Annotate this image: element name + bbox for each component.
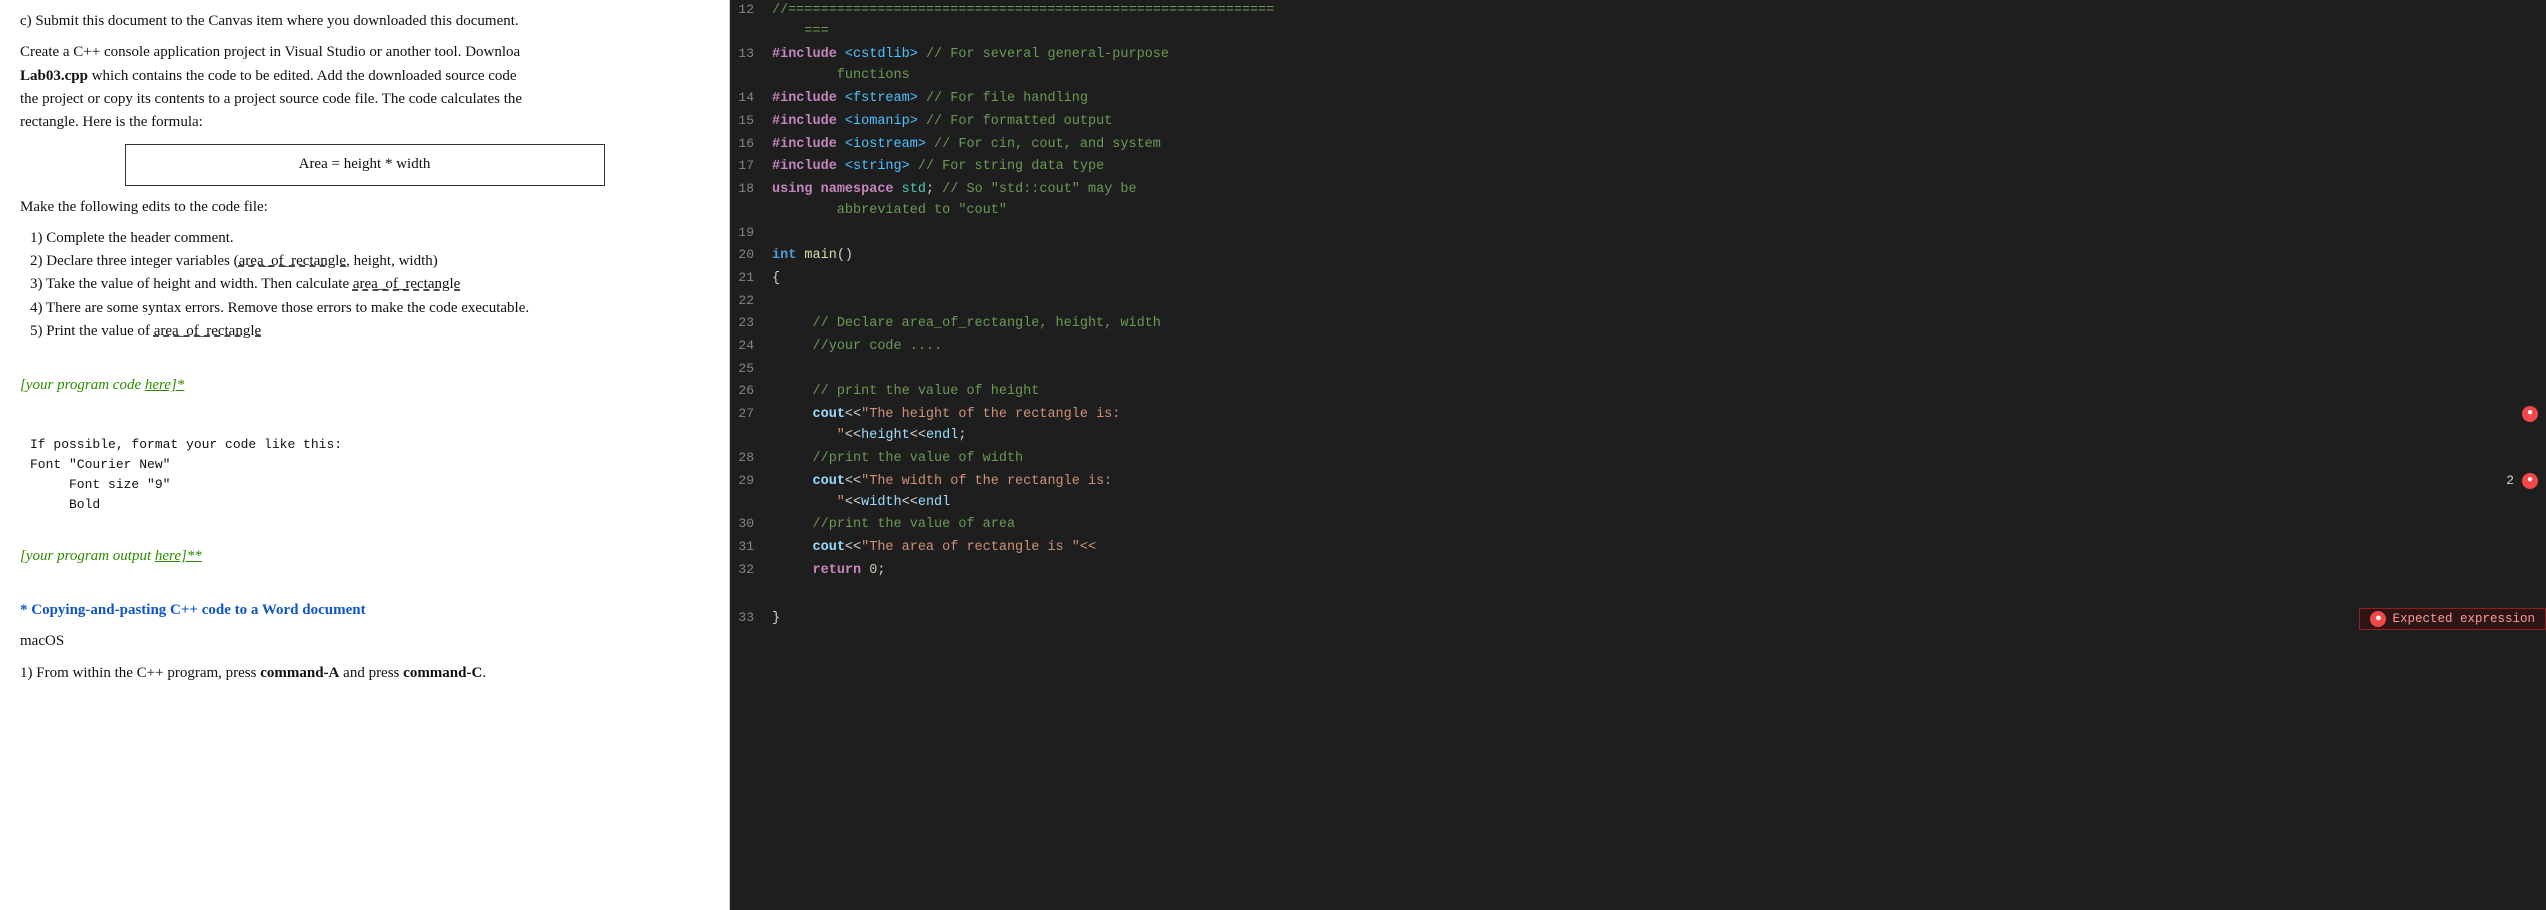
- code-line-32: 32 return 0; ● Expected expression: [730, 560, 2546, 608]
- list-item: 5) Print the value of area_of_rectangle: [30, 320, 709, 343]
- program-code-link[interactable]: here]*: [145, 377, 184, 393]
- code-line-13: 13 #include <cstdlib> // For several gen…: [730, 44, 2546, 88]
- error-icon: ●: [2522, 473, 2538, 489]
- code-line-30: 30 //print the value of area: [730, 514, 2546, 537]
- line-number: 12: [730, 1, 768, 17]
- error-count: 2: [2506, 473, 2514, 488]
- line-content: #include <string> // For string data typ…: [768, 157, 2546, 178]
- code-editor: 12 //===================================…: [730, 0, 2546, 910]
- line-content: cout<<"The width of the rectangle is: "<…: [768, 472, 2546, 514]
- code-line-24: 24 //your code ....: [730, 336, 2546, 359]
- line-content: #include <fstream> // For file handling: [768, 89, 2546, 110]
- copy-os: macOS: [20, 630, 709, 653]
- code-lines: 12 //===================================…: [730, 0, 2546, 631]
- edits-list: 1) Complete the header comment. 2) Decla…: [20, 227, 709, 343]
- line-content: #include <iostream> // For cin, cout, an…: [768, 135, 2546, 156]
- line-number: 26: [730, 382, 768, 398]
- line-content: #include <cstdlib> // For several genera…: [768, 45, 2546, 87]
- expected-expr-text: Expected expression: [2392, 612, 2535, 626]
- code-line-14: 14 #include <fstream> // For file handli…: [730, 88, 2546, 111]
- code-line-31: 31 cout<<"The area of rectangle is "<<: [730, 537, 2546, 560]
- error-badge-27: ●: [2522, 406, 2538, 422]
- line-content: //print the value of width: [768, 449, 2546, 470]
- line-content: }: [768, 609, 2546, 630]
- line-number: 21: [730, 269, 768, 285]
- line-content: int main(): [768, 246, 2546, 267]
- code-line-23: 23 // Declare area_of_rectangle, height,…: [730, 313, 2546, 336]
- line-number: 20: [730, 246, 768, 262]
- line-number: 30: [730, 515, 768, 531]
- code-line-15: 15 #include <iomanip> // For formatted o…: [730, 111, 2546, 134]
- copy-heading: * Copying-and-pasting C++ code to a Word…: [20, 599, 709, 622]
- code-line-18: 18 using namespace std; // So "std::cout…: [730, 179, 2546, 223]
- line-content: #include <iomanip> // For formatted outp…: [768, 112, 2546, 133]
- line-number: 22: [730, 292, 768, 308]
- line-number: 31: [730, 538, 768, 554]
- line-content: cout<<"The area of rectangle is "<<: [768, 538, 2546, 559]
- line-content: //print the value of area: [768, 515, 2546, 536]
- code-line-27: 27 cout<<"The height of the rectangle is…: [730, 404, 2546, 448]
- line-content: // Declare area_of_rectangle, height, wi…: [768, 314, 2546, 335]
- line-number: 19: [730, 224, 768, 240]
- code-line-16: 16 #include <iostream> // For cin, cout,…: [730, 134, 2546, 157]
- code-line-33: 33 }: [730, 608, 2546, 631]
- line-number: 17: [730, 157, 768, 173]
- line-number: 28: [730, 449, 768, 465]
- program-output-label: [your program output here]**: [20, 545, 709, 568]
- error-icon: ●: [2370, 611, 2386, 627]
- edits-header: Make the following edits to the code fil…: [20, 196, 709, 219]
- error-badge-29: 2 ●: [2506, 473, 2538, 489]
- code-line-21: 21 {: [730, 268, 2546, 291]
- line-content: {: [768, 269, 2546, 290]
- line-number: 29: [730, 472, 768, 488]
- list-item: 2) Declare three integer variables (area…: [30, 250, 709, 273]
- list-item: 1) Complete the header comment.: [30, 227, 709, 250]
- line-number: 33: [730, 609, 768, 625]
- paragraph1: Create a C++ console application project…: [20, 41, 709, 134]
- format-note: If possible, format your code like this:…: [30, 435, 709, 516]
- code-line-17: 17 #include <string> // For string data …: [730, 156, 2546, 179]
- line-content: return 0;: [768, 561, 2546, 582]
- line-number: 18: [730, 180, 768, 196]
- line-content: // print the value of height: [768, 382, 2546, 403]
- code-line-26: 26 // print the value of height: [730, 381, 2546, 404]
- code-line-29: 29 cout<<"The width of the rectangle is:…: [730, 471, 2546, 515]
- list-item: 3) Take the value of height and width. T…: [30, 273, 709, 296]
- copy-step: 1) From within the C++ program, press co…: [20, 662, 709, 685]
- code-line-25: 25: [730, 359, 2546, 381]
- error-icon: ●: [2522, 406, 2538, 422]
- program-code-label: [your program code here]*: [20, 374, 709, 397]
- expected-expression-tooltip: ● Expected expression: [2359, 608, 2546, 630]
- code-line-20: 20 int main(): [730, 245, 2546, 268]
- line-number: 23: [730, 314, 768, 330]
- code-line-28: 28 //print the value of width: [730, 448, 2546, 471]
- line-content: cout<<"The height of the rectangle is: "…: [768, 405, 2546, 447]
- line-content: using namespace std; // So "std::cout" m…: [768, 180, 2546, 222]
- program-output-link[interactable]: here]**: [155, 548, 202, 564]
- line-number: 32: [730, 561, 768, 577]
- code-line-12: 12 //===================================…: [730, 0, 2546, 44]
- line-number: 13: [730, 45, 768, 61]
- line-number: 27: [730, 405, 768, 421]
- line-number: 14: [730, 89, 768, 105]
- left-panel: c) Submit this document to the Canvas it…: [0, 0, 730, 910]
- code-line-22: 22: [730, 291, 2546, 313]
- line-number: 25: [730, 360, 768, 376]
- intro-text: c) Submit this document to the Canvas it…: [20, 10, 709, 33]
- formula-box: Area = height * width: [125, 144, 605, 185]
- line-content: //======================================…: [768, 1, 2546, 43]
- line-content: //your code ....: [768, 337, 2546, 358]
- line-number: 15: [730, 112, 768, 128]
- line-number: 16: [730, 135, 768, 151]
- list-item: 4) There are some syntax errors. Remove …: [30, 297, 709, 320]
- line-number: 24: [730, 337, 768, 353]
- formula-text: Area = height * width: [299, 153, 431, 176]
- code-line-19: 19: [730, 223, 2546, 245]
